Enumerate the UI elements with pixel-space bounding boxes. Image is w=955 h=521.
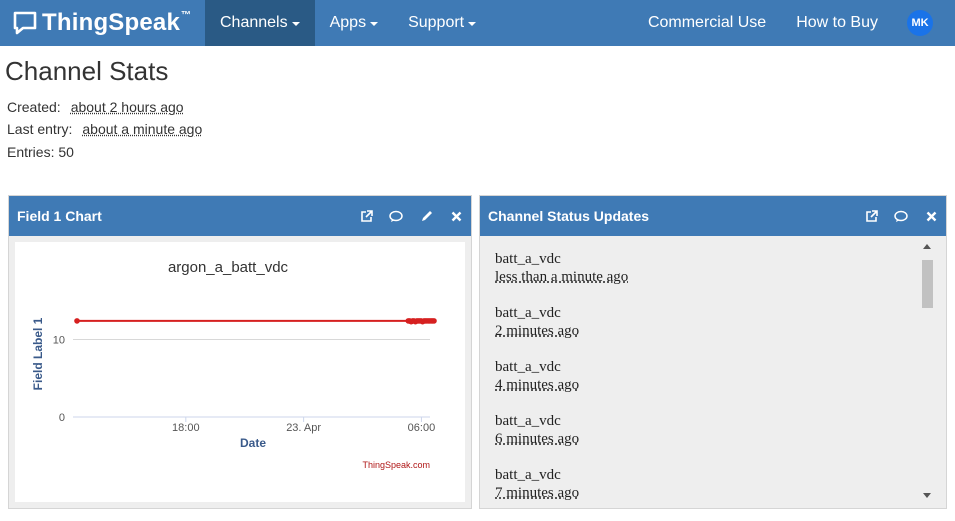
stat-last-entry-value: about a minute ago (82, 121, 203, 137)
status-item-time: less than a minute ago (495, 269, 629, 285)
x-tick-label: 18:00 (172, 422, 200, 434)
brand-name: ThingSpeak (42, 9, 181, 36)
brand-logo[interactable]: ThingSpeak ™ (0, 0, 205, 46)
comment-icon[interactable] (886, 196, 916, 236)
page-title: Channel Stats (5, 56, 169, 86)
scroll-thumb[interactable] (922, 260, 933, 308)
top-navbar: ThingSpeak ™ Channels Apps Support Comme… (0, 0, 955, 46)
stat-entries-value: 50 (58, 144, 74, 160)
nav-channels-label: Channels (220, 14, 288, 31)
line-chart: argon_a_batt_vdc 0 10 18:00 23. Apr 06:00 D… (31, 259, 437, 470)
stat-created-value: about 2 hours ago (70, 99, 184, 115)
nav-channels[interactable]: Channels (205, 0, 315, 46)
data-point[interactable] (74, 318, 80, 324)
scroll-up-arrow-icon[interactable] (923, 244, 931, 249)
status-item: batt_a_vdc 2 minutes ago (495, 305, 579, 340)
stat-entries-label: Entries: (7, 144, 55, 160)
x-axis-label: Date (240, 436, 266, 450)
data-point[interactable] (431, 318, 437, 324)
status-item-time: 4 minutes ago (495, 377, 580, 393)
vertical-scrollbar[interactable] (920, 244, 934, 502)
stat-created: Created: about 2 hours ago (7, 99, 184, 115)
status-item-name: batt_a_vdc (495, 251, 561, 267)
nav-support[interactable]: Support (393, 0, 491, 46)
status-updates-panel: Channel Status Updates batt_a_vdc less t… (479, 195, 947, 509)
close-icon[interactable] (441, 196, 471, 236)
y-axis-label: Field Label 1 (31, 317, 45, 390)
x-tick-label: 23. Apr (286, 422, 321, 434)
caret-down-icon (468, 22, 477, 26)
status-list: batt_a_vdc less than a minute ago batt_a… (480, 236, 950, 508)
y-tick-label: 0 (59, 412, 65, 424)
status-item-name: batt_a_vdc (495, 467, 561, 483)
field-chart-title: Field 1 Chart (17, 208, 102, 224)
speech-bubble-icon (12, 11, 38, 35)
status-item: batt_a_vdc 6 minutes ago (495, 413, 579, 448)
status-item: batt_a_vdc less than a minute ago (495, 251, 628, 286)
status-item-name: batt_a_vdc (495, 359, 561, 375)
y-tick-label: 10 (53, 335, 65, 347)
pencil-icon[interactable] (411, 196, 441, 236)
status-updates-title: Channel Status Updates (488, 208, 650, 224)
close-icon[interactable] (916, 196, 946, 236)
stat-last-entry: Last entry: about a minute ago (7, 121, 202, 137)
nav-apps-label: Apps (329, 14, 367, 31)
stat-entries: Entries: 50 (7, 144, 74, 160)
nav-commercial-use[interactable]: Commercial Use (633, 0, 781, 46)
status-item-name: batt_a_vdc (495, 413, 561, 429)
caret-down-icon (291, 22, 300, 26)
user-avatar[interactable]: MK (907, 10, 933, 36)
open-external-icon[interactable] (351, 196, 381, 236)
open-external-icon[interactable] (856, 196, 886, 236)
nav-support-label: Support (408, 14, 465, 31)
status-item-name: batt_a_vdc (495, 305, 561, 321)
nav-apps[interactable]: Apps (315, 0, 393, 46)
caret-down-icon (370, 22, 379, 26)
field-chart-panel: Field 1 Chart argon_a_batt_vdc 0 10 18:00… (8, 195, 472, 509)
chart-credit[interactable]: ThingSpeak.com (362, 460, 430, 470)
status-updates-header: Channel Status Updates (480, 196, 946, 236)
stat-last-entry-label: Last entry: (7, 121, 73, 137)
chart-title: argon_a_batt_vdc (168, 259, 289, 276)
status-item: batt_a_vdc 7 minutes ago (495, 467, 579, 502)
scroll-down-arrow-icon[interactable] (923, 493, 931, 498)
status-item-time: 2 minutes ago (495, 323, 580, 339)
series-line (77, 319, 434, 323)
chart-area: argon_a_batt_vdc 0 10 18:00 23. Apr 06:00 D… (15, 242, 465, 502)
x-tick-label: 06:00 (408, 422, 436, 434)
status-item: batt_a_vdc 4 minutes ago (495, 359, 579, 394)
nav-how-to-buy[interactable]: How to Buy (781, 0, 893, 46)
brand-trademark: ™ (181, 9, 192, 21)
status-item-time: 7 minutes ago (495, 485, 580, 501)
comment-icon[interactable] (381, 196, 411, 236)
status-item-time: 6 minutes ago (495, 431, 580, 447)
stat-created-label: Created: (7, 99, 61, 115)
field-chart-header: Field 1 Chart (9, 196, 471, 236)
